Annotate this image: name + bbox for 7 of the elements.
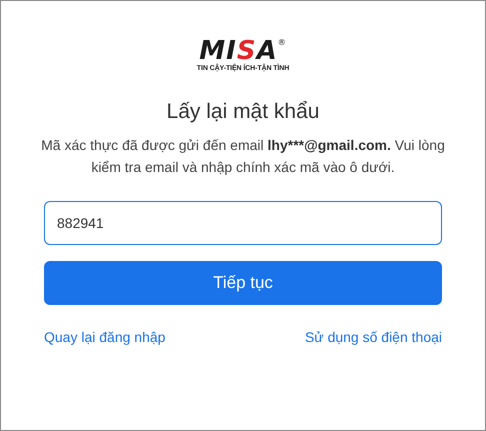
text-link[interactable]: Sử dụng số điện thoại: [304, 329, 442, 345]
page-title: Lấy lại mật khẩu: [166, 100, 320, 124]
text-link[interactable]: Quay lại đăng nhập: [44, 329, 166, 345]
continue-button[interactable]: Tiếp tục: [44, 261, 442, 305]
instruction-text: Mã xác thực đã được gửi đến email lhy***@gmail.com. Vui lòng kiểm tra email và nhập chính xác mã vào ô dưới.: [40, 136, 446, 177]
logo-wordmark: MISA®: [199, 39, 287, 63]
code-field[interactable]: 882941: [44, 201, 442, 245]
